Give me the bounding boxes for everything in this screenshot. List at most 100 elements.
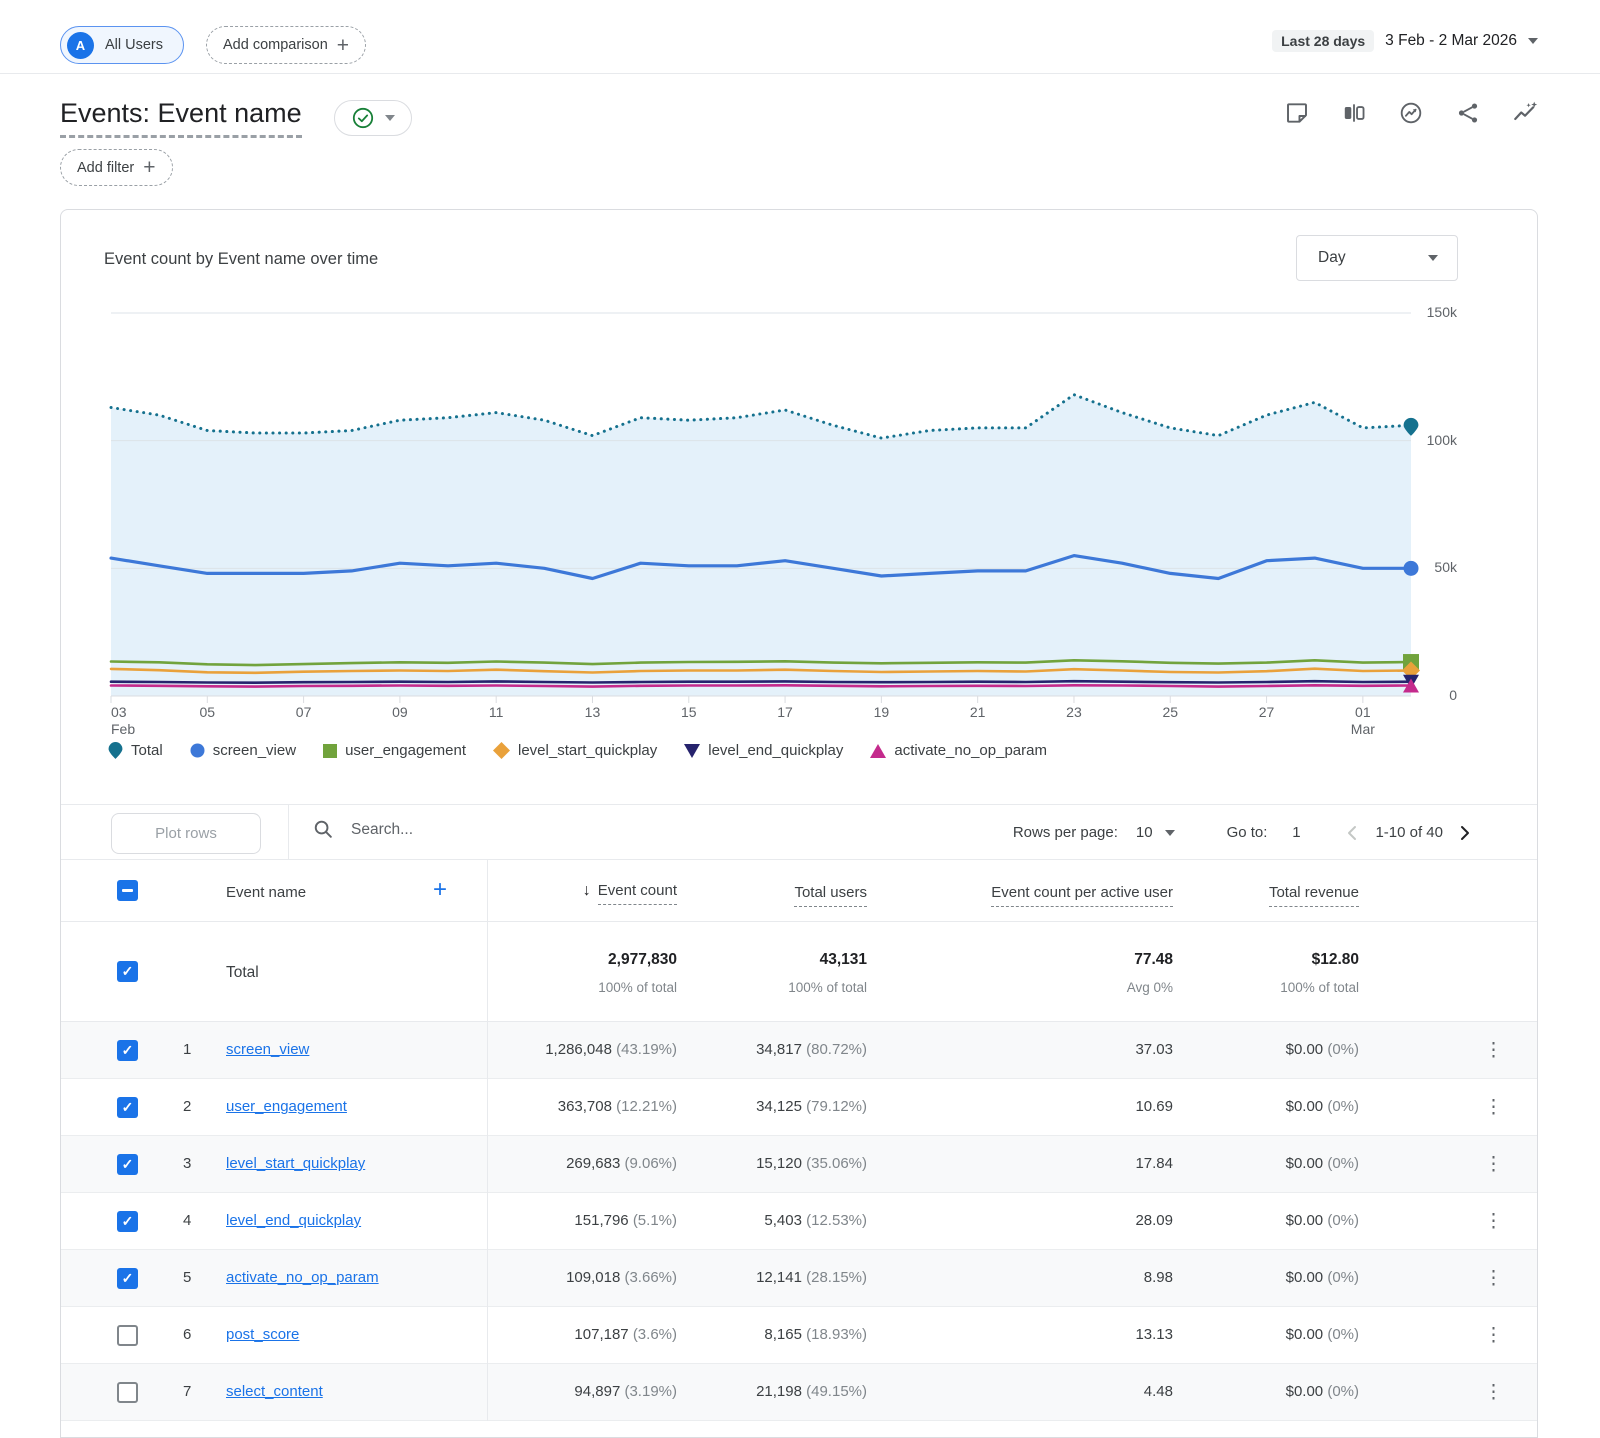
row-menu-icon[interactable]: ⋮: [1484, 1039, 1503, 1062]
add-column-button[interactable]: +: [433, 876, 447, 904]
cell-per-active-user: 8.98: [1144, 1269, 1173, 1286]
cell-total-users: 8,165 (18.93%): [764, 1326, 867, 1343]
row-checkbox[interactable]: [117, 1040, 138, 1061]
row-menu-icon[interactable]: ⋮: [1484, 1153, 1503, 1176]
legend-item-user_engagement[interactable]: user_engagement: [323, 742, 466, 759]
table-row-activate_no_op_param: 5activate_no_op_param109,018 (3.66%)12,1…: [61, 1250, 1538, 1307]
note-icon[interactable]: [1284, 100, 1310, 126]
row-index: 7: [183, 1383, 191, 1400]
date-range-picker[interactable]: Last 28 days 3 Feb - 2 Mar 2026: [1272, 30, 1538, 52]
row-checkbox[interactable]: [117, 1211, 138, 1232]
cell-total-users: 5,403 (12.53%): [764, 1212, 867, 1229]
event-name-link[interactable]: user_engagement: [226, 1098, 347, 1115]
granularity-select[interactable]: Day: [1296, 235, 1458, 281]
legend-label: Total: [131, 742, 163, 759]
row-checkbox[interactable]: [117, 1154, 138, 1175]
row-index: 6: [183, 1326, 191, 1343]
all-users-label: All Users: [105, 37, 163, 53]
add-filter-label: Add filter: [77, 160, 134, 176]
table-row-level_start_quickplay: 3level_start_quickplay269,683 (9.06%)15,…: [61, 1136, 1538, 1193]
event-name-link[interactable]: level_end_quickplay: [226, 1212, 361, 1229]
row-checkbox[interactable]: [117, 1097, 138, 1118]
top-bar: A All Users Add comparison + Last 28 day…: [0, 0, 1600, 74]
plot-rows-button[interactable]: Plot rows: [111, 813, 261, 854]
event-name-link[interactable]: post_score: [226, 1326, 299, 1343]
all-users-chip[interactable]: A All Users: [60, 26, 184, 64]
event-name-link[interactable]: screen_view: [226, 1041, 309, 1058]
table-row-level_end_quickplay: 4level_end_quickplay151,796 (5.1%)5,403 …: [61, 1193, 1538, 1250]
event-name-link[interactable]: select_content: [226, 1383, 323, 1400]
x-axis-tick: 13: [562, 704, 622, 721]
rows-per-page-value[interactable]: 10: [1136, 824, 1153, 841]
rows-per-page-label: Rows per page:: [1013, 824, 1118, 841]
chart-title: Event count by Event name over time: [104, 250, 378, 269]
cell-revenue: $0.00 (0%): [1286, 1269, 1359, 1286]
report-status-dropdown[interactable]: [334, 100, 412, 136]
total-revenue: $12.80100% of total: [1280, 951, 1359, 995]
row-checkbox[interactable]: [117, 1325, 138, 1346]
cell-per-active-user: 37.03: [1135, 1041, 1173, 1058]
column-header-per-active-user[interactable]: Event count per active user: [991, 884, 1173, 907]
row-checkbox[interactable]: [117, 1268, 138, 1289]
event-name-link[interactable]: level_start_quickplay: [226, 1155, 365, 1172]
add-comparison-button[interactable]: Add comparison +: [206, 26, 366, 64]
row-menu-icon[interactable]: ⋮: [1484, 1324, 1503, 1347]
table-body: 1screen_view1,286,048 (43.19%)34,817 (80…: [61, 1022, 1538, 1421]
cell-per-active-user: 4.48: [1144, 1383, 1173, 1400]
legend-item-total[interactable]: Total: [108, 742, 163, 759]
select-all-checkbox[interactable]: [117, 880, 138, 901]
share-icon[interactable]: [1455, 100, 1481, 126]
row-index: 4: [183, 1212, 191, 1229]
add-filter-button[interactable]: Add filter +: [60, 149, 173, 186]
cell-per-active-user: 17.84: [1135, 1155, 1173, 1172]
cell-total-users: 34,817 (80.72%): [756, 1041, 867, 1058]
x-axis-tick: 17: [755, 704, 815, 721]
x-axis-tick: 03Feb: [111, 704, 171, 738]
search-icon: [313, 819, 334, 840]
table-row-select_content: 7select_content94,897 (3.19%)21,198 (49.…: [61, 1364, 1538, 1421]
search-input[interactable]: [351, 821, 651, 839]
cell-event-count: 363,708 (12.21%): [558, 1098, 677, 1115]
row-menu-icon[interactable]: ⋮: [1484, 1210, 1503, 1233]
row-menu-icon[interactable]: ⋮: [1484, 1267, 1503, 1290]
legend-item-level_start_quickplay[interactable]: level_start_quickplay: [493, 742, 657, 759]
chevron-down-icon: [385, 115, 395, 121]
legend-item-screen_view[interactable]: screen_view: [190, 742, 296, 759]
y-axis-tick: 0: [1387, 687, 1457, 703]
column-header-event-count[interactable]: ↓Event count: [583, 882, 677, 900]
ab-compare-icon[interactable]: [1341, 100, 1367, 126]
x-axis-tick: 07: [274, 704, 334, 721]
plus-icon: +: [143, 157, 155, 178]
row-checkbox[interactable]: [117, 1382, 138, 1403]
date-range-text: 3 Feb - 2 Mar 2026: [1385, 32, 1517, 50]
column-divider: [487, 860, 488, 1421]
cell-per-active-user: 10.69: [1135, 1098, 1173, 1115]
chevron-down-icon: [1428, 255, 1438, 261]
trends-icon[interactable]: [1512, 100, 1538, 126]
row-index: 5: [183, 1269, 191, 1286]
column-header-total-users[interactable]: Total users: [794, 884, 867, 907]
cell-event-count: 269,683 (9.06%): [566, 1155, 677, 1172]
table-controls: Plot rows Rows per page: 10 Go to: 1-10 …: [61, 804, 1538, 860]
table-row-screen_view: 1screen_view1,286,048 (43.19%)34,817 (80…: [61, 1022, 1538, 1079]
legend-label: level_start_quickplay: [518, 742, 657, 759]
legend-item-level_end_quickplay[interactable]: level_end_quickplay: [684, 742, 843, 759]
row-menu-icon[interactable]: ⋮: [1484, 1381, 1503, 1404]
previous-page-icon[interactable]: [1343, 823, 1363, 843]
event-name-link[interactable]: activate_no_op_param: [226, 1269, 379, 1286]
total-row-checkbox[interactable]: [117, 961, 138, 982]
legend-item-activate_no_op_param[interactable]: activate_no_op_param: [870, 742, 1047, 759]
x-axis-tick: 27: [1237, 704, 1297, 721]
insights-icon[interactable]: [1398, 100, 1424, 126]
report-card: Event count by Event name over time Day …: [60, 209, 1538, 1438]
next-page-icon[interactable]: [1455, 823, 1475, 843]
x-axis-tick: 25: [1140, 704, 1200, 721]
column-header-event-name[interactable]: Event name: [226, 884, 306, 901]
chevron-down-icon[interactable]: [1165, 830, 1175, 836]
row-menu-icon[interactable]: ⋮: [1484, 1096, 1503, 1119]
cell-event-count: 107,187 (3.6%): [574, 1326, 677, 1343]
go-to-label: Go to:: [1227, 824, 1268, 841]
column-header-total-revenue[interactable]: Total revenue: [1269, 884, 1359, 907]
cell-revenue: $0.00 (0%): [1286, 1326, 1359, 1343]
go-to-input[interactable]: [1283, 824, 1309, 841]
